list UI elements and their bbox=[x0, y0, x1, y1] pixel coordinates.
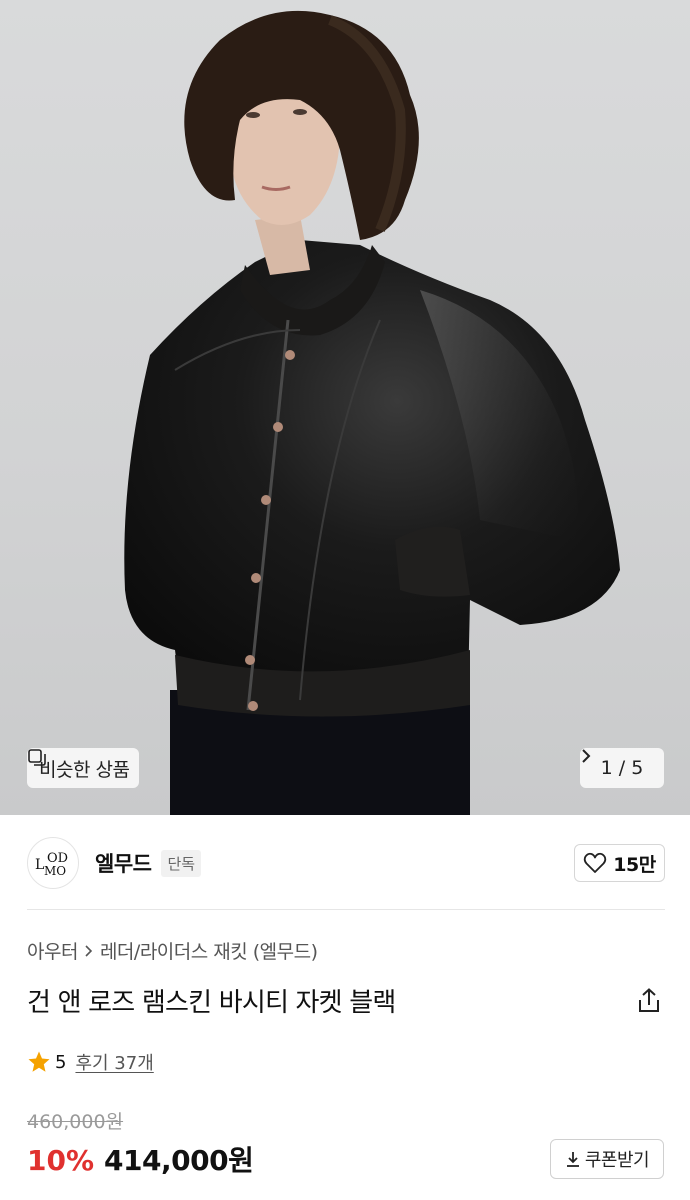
brand-logo[interactable]: L OD MO bbox=[27, 837, 79, 889]
chevron-right-icon bbox=[85, 944, 93, 957]
chevron-right-icon bbox=[582, 749, 591, 763]
download-icon bbox=[566, 1152, 579, 1167]
similar-products-button[interactable]: 비슷한 상품 bbox=[27, 748, 140, 788]
original-price: 460,000원 bbox=[27, 1111, 124, 1133]
svg-text:MO: MO bbox=[44, 864, 66, 878]
heart-icon bbox=[584, 852, 607, 873]
breadcrumb-category[interactable]: 아우터 bbox=[27, 937, 78, 964]
rating-score: 5 bbox=[55, 1051, 67, 1073]
share-icon bbox=[639, 988, 659, 1012]
model-photo bbox=[124, 10, 621, 815]
final-price: 414,000원 bbox=[104, 1144, 254, 1177]
star-icon bbox=[28, 1051, 50, 1072]
coupon-button[interactable]: 쿠폰받기 bbox=[550, 1139, 664, 1179]
similar-products-label: 비슷한 상품 bbox=[39, 758, 130, 781]
exclusive-badge: 단독 bbox=[161, 849, 202, 877]
brand-name[interactable]: 엘무드 bbox=[95, 848, 152, 878]
like-count: 15만 bbox=[613, 853, 656, 876]
product-image[interactable]: 비슷한 상품 1 / 5 bbox=[0, 0, 690, 815]
divider bbox=[27, 909, 665, 910]
breadcrumb-subcategory[interactable]: 레더/라이더스 재킷 (엘무드) bbox=[100, 937, 318, 964]
price-row: 10% 414,000원 bbox=[27, 1139, 254, 1179]
coupon-label: 쿠폰받기 bbox=[584, 1150, 650, 1171]
product-title: 건 앤 로즈 램스킨 바시티 자켓 블랙 bbox=[27, 988, 396, 1018]
review-link[interactable]: 후기 37개 bbox=[75, 1049, 153, 1075]
brand-row: L OD MO 엘무드 단독 15만 bbox=[27, 836, 665, 890]
svg-text:L: L bbox=[35, 857, 44, 873]
breadcrumb: 아우터 레더/라이더스 재킷 (엘무드) bbox=[27, 937, 318, 964]
rating: 5 후기 37개 bbox=[27, 1049, 154, 1075]
share-button[interactable] bbox=[634, 986, 664, 1016]
like-button[interactable]: 15만 bbox=[574, 844, 665, 882]
brand-logo-mark: L OD MO bbox=[35, 851, 68, 878]
discount-rate: 10% bbox=[27, 1144, 95, 1177]
image-pager-count: 1 / 5 bbox=[600, 757, 644, 779]
image-pager[interactable]: 1 / 5 bbox=[580, 748, 664, 788]
similar-items-icon bbox=[28, 749, 46, 766]
